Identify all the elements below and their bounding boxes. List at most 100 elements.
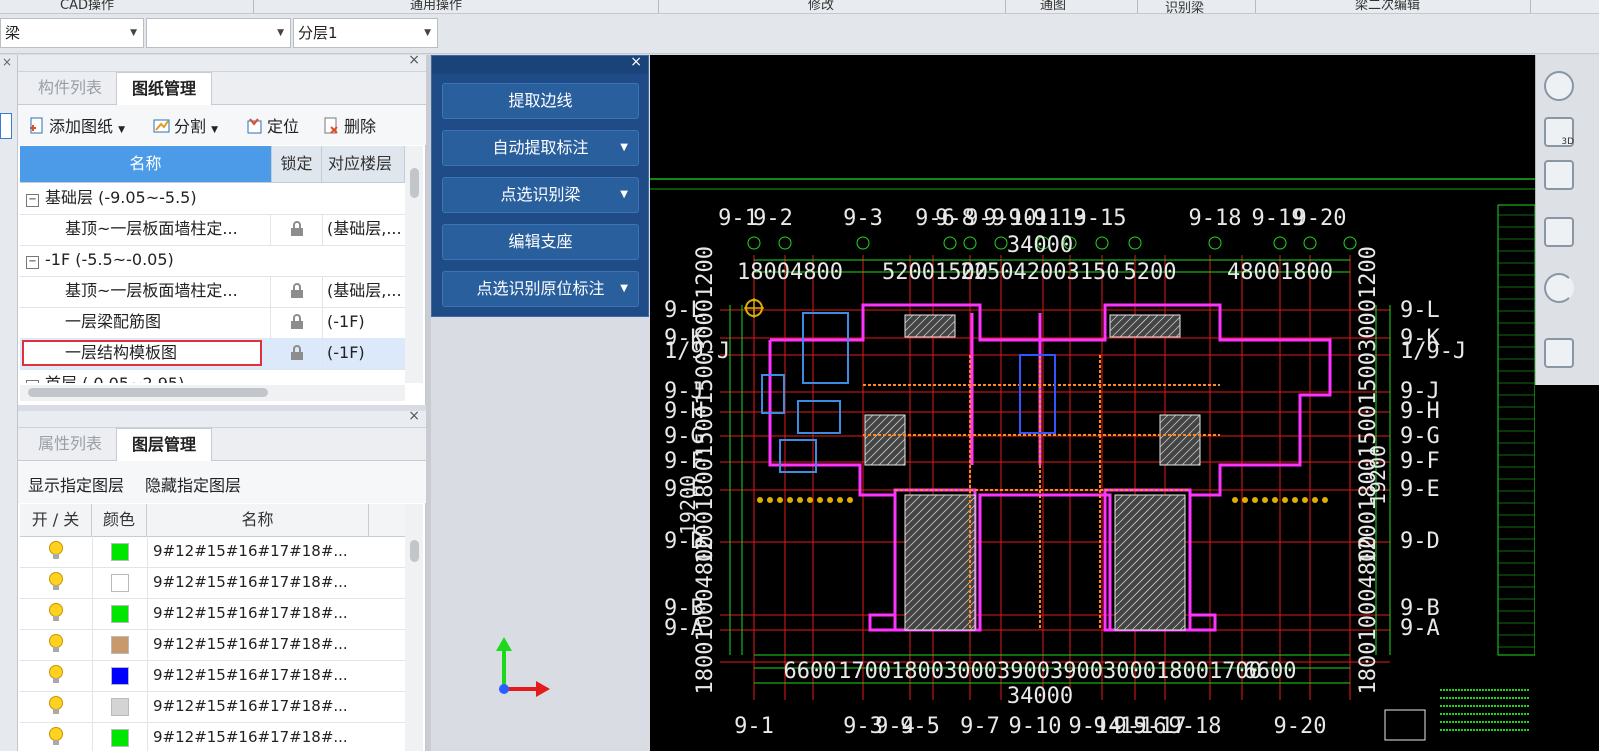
button-label: 编辑支座 [508, 232, 573, 251]
horizontal-scrollbar[interactable] [20, 385, 405, 401]
layer-row[interactable]: 9#12#15#16#17#18#... [20, 691, 405, 723]
lightbulb-icon[interactable] [20, 691, 93, 722]
rotate-icon[interactable] [1544, 273, 1574, 303]
dropdown-arrow-icon[interactable]: ▼ [620, 272, 628, 306]
orbit-icon[interactable] [1544, 71, 1574, 101]
tab-component-list[interactable]: 构件列表 [24, 72, 116, 104]
axis-bubble [1303, 236, 1317, 250]
button-label: 提取边线 [508, 91, 573, 110]
table-row[interactable]: − -1F (-5.5~-0.05) [20, 245, 405, 277]
ribbon-group-modify[interactable]: 修改 [808, 0, 834, 13]
lightbulb-icon[interactable] [20, 722, 93, 751]
component-type-value: 梁 [5, 24, 21, 42]
layer-row[interactable]: 9#12#15#16#17#18#... [20, 567, 405, 599]
annotation-dot [757, 497, 763, 503]
right-axis-label: 9-D [1400, 529, 1440, 554]
close-icon[interactable]: × [408, 52, 420, 68]
layer-color-swatch[interactable] [92, 629, 148, 660]
selection-box [761, 374, 785, 414]
layer-color-swatch[interactable] [92, 722, 148, 751]
cad-drawing-canvas[interactable]: 9-1 9-2 9-3 9-6 9-8 9-9 9-10 9-11 9-13 9-15 9-18 9-… [650, 55, 1535, 751]
layer-color-swatch[interactable] [92, 691, 148, 722]
lock-icon[interactable] [272, 338, 323, 369]
column-lock[interactable]: 锁定 [272, 146, 322, 182]
extract-edge-button[interactable]: 提取边线 [442, 83, 639, 119]
ribbon-group-cad[interactable]: CAD操作 [60, 0, 114, 13]
locate-icon [247, 118, 262, 134]
close-icon[interactable]: × [408, 408, 420, 424]
layer-row[interactable]: 9#12#15#16#17#18#... [20, 536, 405, 568]
table-row[interactable]: 基顶~一层板面墙柱定... (基础层,... [20, 214, 405, 246]
locate-button[interactable]: 定位 [246, 113, 299, 137]
layer-row[interactable]: 9#12#15#16#17#18#... [20, 598, 405, 630]
lightbulb-icon[interactable] [20, 598, 93, 629]
lightbulb-icon[interactable] [20, 629, 93, 660]
grid-icon[interactable] [1544, 338, 1574, 368]
scrollbar-thumb[interactable] [410, 540, 419, 562]
layer-color-swatch[interactable] [92, 567, 148, 598]
column-floor[interactable]: 对应楼层 [322, 146, 405, 182]
dropdown-arrow-icon[interactable]: ▼ [620, 178, 628, 212]
split-button[interactable]: 分割 ▼ [153, 113, 218, 137]
lock-icon[interactable] [272, 214, 323, 245]
component-type-select[interactable]: 梁 ▼ [0, 18, 144, 48]
tab-property-list[interactable]: 属性列表 [24, 428, 116, 460]
add-drawing-button[interactable]: 添加图纸 ▼ [28, 113, 125, 137]
layer-select[interactable]: 分层1 ▼ [293, 18, 438, 48]
auto-extract-label-button[interactable]: 自动提取标注 ▼ [442, 130, 639, 166]
table-row[interactable]: − 首层 ( 0.05~2.95) [20, 369, 405, 383]
vertical-scrollbar[interactable] [405, 504, 423, 751]
layer-name: 9#12#15#16#17#18#... [153, 666, 348, 684]
ribbon-group-view[interactable]: 通图 [1040, 0, 1066, 13]
table-row[interactable]: 基顶~一层板面墙柱定... (基础层,... [20, 276, 405, 308]
collapse-icon[interactable]: − [26, 380, 39, 383]
ribbon-group-beam-edit[interactable]: 梁二次编辑 [1355, 0, 1420, 13]
layer-row[interactable]: 9#12#15#16#17#18#... [20, 722, 405, 751]
bottom-dimension-text: 17001800300039003900300018001700 [838, 659, 1262, 684]
table-row[interactable]: − 基础层 (-9.05~-5.5) [20, 183, 405, 215]
lock-icon[interactable] [272, 307, 323, 338]
hide-layer-button[interactable]: 隐藏指定图层 [145, 472, 241, 496]
close-icon[interactable]: × [2, 55, 12, 69]
column-name[interactable]: 名称 [20, 146, 272, 182]
show-layer-button[interactable]: 显示指定图层 [28, 472, 124, 496]
collapse-icon[interactable]: − [26, 194, 39, 207]
scrollbar-thumb[interactable] [410, 168, 419, 198]
vertical-scrollbar[interactable] [405, 146, 423, 383]
annotation-dot [1282, 497, 1288, 503]
lightbulb-icon[interactable] [20, 567, 93, 598]
top-axis-label: 9-18 [1189, 206, 1242, 231]
lock-icon[interactable] [272, 276, 323, 307]
column-color[interactable]: 颜色 [92, 504, 147, 536]
tab-drawing-management[interactable]: 图纸管理 [116, 72, 212, 105]
layer-color-swatch[interactable] [92, 598, 148, 629]
tab-layer-management[interactable]: 图层管理 [116, 428, 212, 461]
collapse-icon[interactable]: − [26, 256, 39, 269]
layer-row[interactable]: 9#12#15#16#17#18#... [20, 660, 405, 692]
pick-identify-beam-button[interactable]: 点选识别梁 ▼ [442, 177, 639, 213]
layer-color-swatch[interactable] [92, 660, 148, 691]
hatch-area [904, 314, 956, 338]
pick-identify-inplace-label-button[interactable]: 点选识别原位标注 ▼ [442, 271, 639, 307]
layer-color-swatch[interactable] [92, 536, 148, 567]
lightbulb-icon[interactable] [20, 536, 93, 567]
3d-view-icon[interactable]: 3D [1544, 117, 1574, 147]
close-icon[interactable]: × [630, 54, 642, 70]
column-on-off[interactable]: 开 / 关 [20, 504, 92, 536]
component-sub-select[interactable]: ▼ [146, 18, 291, 48]
lightbulb-icon[interactable] [20, 660, 93, 691]
face-view-icon[interactable] [1544, 217, 1574, 247]
axis-bubble [1273, 236, 1287, 250]
edit-support-button[interactable]: 编辑支座 [442, 224, 639, 260]
scrollbar-thumb[interactable] [28, 388, 268, 397]
dropdown-arrow-icon[interactable]: ▼ [620, 131, 628, 165]
delete-button[interactable]: 删除 [323, 113, 376, 137]
layer-row[interactable]: 9#12#15#16#17#18#... [20, 629, 405, 661]
table-row-selected[interactable]: 一层结构模板图 (-1F) [20, 338, 405, 370]
box-view-icon[interactable] [1544, 160, 1574, 190]
column-layer-name[interactable]: 名称 [147, 504, 369, 536]
ribbon-group-general[interactable]: 通用操作 [410, 0, 462, 13]
panel-dock-icon[interactable] [0, 113, 12, 139]
table-row[interactable]: 一层梁配筋图 (-1F) [20, 307, 405, 339]
row-name-editing[interactable]: 一层结构模板图 [22, 340, 262, 366]
